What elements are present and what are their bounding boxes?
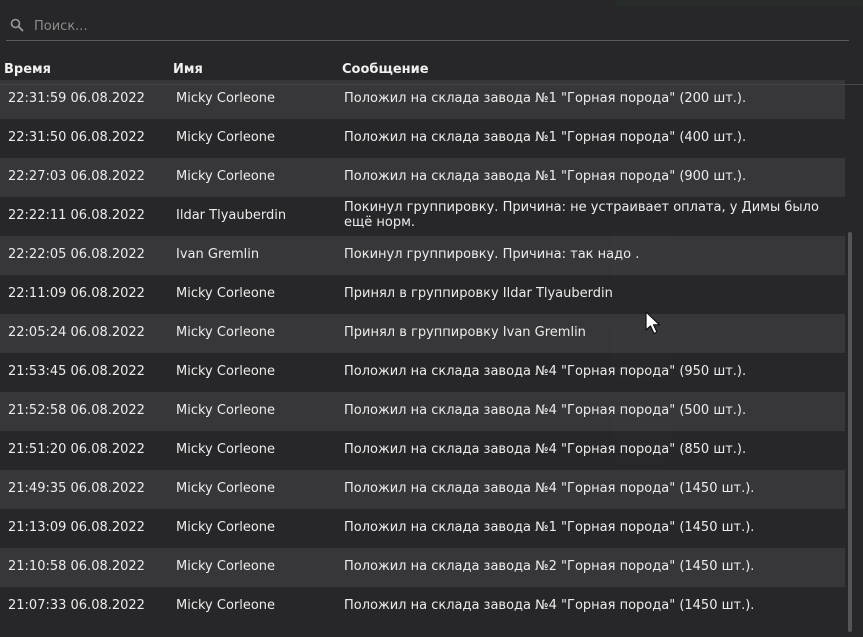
- row-message: Положил на склада завода №4 "Горная поро…: [344, 364, 747, 379]
- row-message: Положил на склада завода №1 "Горная поро…: [344, 91, 747, 106]
- log-table-body: 22:31:59 06.08.2022 Micky Corleone Полож…: [0, 80, 845, 626]
- row-name: Micky Corleone: [176, 169, 276, 184]
- table-row[interactable]: 21:07:33 06.08.2022 Micky Corleone Полож…: [0, 587, 845, 626]
- row-message: Покинул группировку. Причина: так надо .: [344, 247, 640, 262]
- row-message: Положил на склада завода №1 "Горная поро…: [344, 130, 747, 145]
- row-name: Ivan Gremlin: [176, 247, 260, 262]
- table-row[interactable]: 22:05:24 06.08.2022 Micky Corleone Приня…: [0, 314, 845, 353]
- table-row[interactable]: 21:53:45 06.08.2022 Micky Corleone Полож…: [0, 353, 845, 392]
- row-time: 21:53:45 06.08.2022: [8, 364, 145, 379]
- column-header-message[interactable]: Сообщение: [342, 62, 429, 77]
- table-row[interactable]: 21:10:58 06.08.2022 Micky Corleone Полож…: [0, 548, 845, 587]
- row-time: 21:13:09 06.08.2022: [8, 520, 145, 535]
- table-row[interactable]: 21:51:20 06.08.2022 Micky Corleone Полож…: [0, 431, 845, 470]
- table-row[interactable]: 21:13:09 06.08.2022 Micky Corleone Полож…: [0, 509, 845, 548]
- column-header-name[interactable]: Имя: [173, 62, 203, 77]
- row-time: 22:31:50 06.08.2022: [8, 130, 145, 145]
- row-name: Micky Corleone: [176, 286, 276, 301]
- search-bar[interactable]: [6, 12, 849, 41]
- table-row[interactable]: 22:22:05 06.08.2022 Ivan Gremlin Покинул…: [0, 236, 845, 275]
- row-name: Micky Corleone: [176, 130, 276, 145]
- row-name: Micky Corleone: [176, 364, 276, 379]
- row-time: 22:22:05 06.08.2022: [8, 247, 145, 262]
- row-time: 21:52:58 06.08.2022: [8, 403, 145, 418]
- table-row[interactable]: 22:11:09 06.08.2022 Micky Corleone Приня…: [0, 275, 845, 314]
- search-icon: [10, 17, 24, 32]
- row-message: Принял в группировку Ivan Gremlin: [344, 325, 586, 340]
- row-time: 22:22:11 06.08.2022: [8, 208, 145, 223]
- row-time: 22:05:24 06.08.2022: [8, 325, 145, 340]
- column-header-time[interactable]: Время: [4, 62, 51, 77]
- row-name: Micky Corleone: [176, 598, 276, 613]
- row-message: Положил на склада завода №2 "Горная поро…: [344, 559, 755, 574]
- table-row[interactable]: 22:31:50 06.08.2022 Micky Corleone Полож…: [0, 119, 845, 158]
- row-time: 21:49:35 06.08.2022: [8, 481, 145, 496]
- row-name: Micky Corleone: [176, 442, 276, 457]
- row-name: Micky Corleone: [176, 520, 276, 535]
- row-time: 21:07:33 06.08.2022: [8, 598, 145, 613]
- table-row[interactable]: 22:27:03 06.08.2022 Micky Corleone Полож…: [0, 158, 845, 197]
- row-name: Micky Corleone: [176, 559, 276, 574]
- row-time: 22:27:03 06.08.2022: [8, 169, 145, 184]
- log-panel: Время Имя Сообщение 22:31:59 06.08.2022 …: [0, 0, 863, 637]
- scrollbar[interactable]: [848, 232, 852, 632]
- mouse-cursor-icon: [645, 311, 663, 335]
- row-time: 21:10:58 06.08.2022: [8, 559, 145, 574]
- row-time: 22:31:59 06.08.2022: [8, 91, 145, 106]
- row-message: Принял в группировку Ildar Tlyauberdin: [344, 286, 613, 301]
- table-row[interactable]: 22:22:11 06.08.2022 Ildar Tlyauberdin По…: [0, 197, 845, 236]
- row-name: Micky Corleone: [176, 91, 276, 106]
- row-message: Положил на склада завода №4 "Горная поро…: [344, 403, 747, 418]
- row-name: Micky Corleone: [176, 403, 276, 418]
- row-name: Micky Corleone: [176, 481, 276, 496]
- row-message: Положил на склада завода №4 "Горная поро…: [344, 598, 755, 613]
- table-row[interactable]: 21:49:35 06.08.2022 Micky Corleone Полож…: [0, 470, 845, 509]
- search-input[interactable]: [32, 16, 636, 36]
- row-message: Положил на склада завода №4 "Горная поро…: [344, 442, 747, 457]
- table-row[interactable]: 21:52:58 06.08.2022 Micky Corleone Полож…: [0, 392, 845, 431]
- row-message: Положил на склада завода №4 "Горная поро…: [344, 481, 755, 496]
- row-message: Покинул группировку. Причина: не устраив…: [344, 200, 819, 230]
- row-name: Ildar Tlyauberdin: [176, 208, 287, 223]
- row-time: 22:11:09 06.08.2022: [8, 286, 145, 301]
- row-time: 21:51:20 06.08.2022: [8, 442, 145, 457]
- row-message: Положил на склада завода №1 "Горная поро…: [344, 169, 747, 184]
- row-name: Micky Corleone: [176, 325, 276, 340]
- table-row[interactable]: 22:31:59 06.08.2022 Micky Corleone Полож…: [0, 80, 845, 119]
- row-message: Положил на склада завода №1 "Горная поро…: [344, 520, 755, 535]
